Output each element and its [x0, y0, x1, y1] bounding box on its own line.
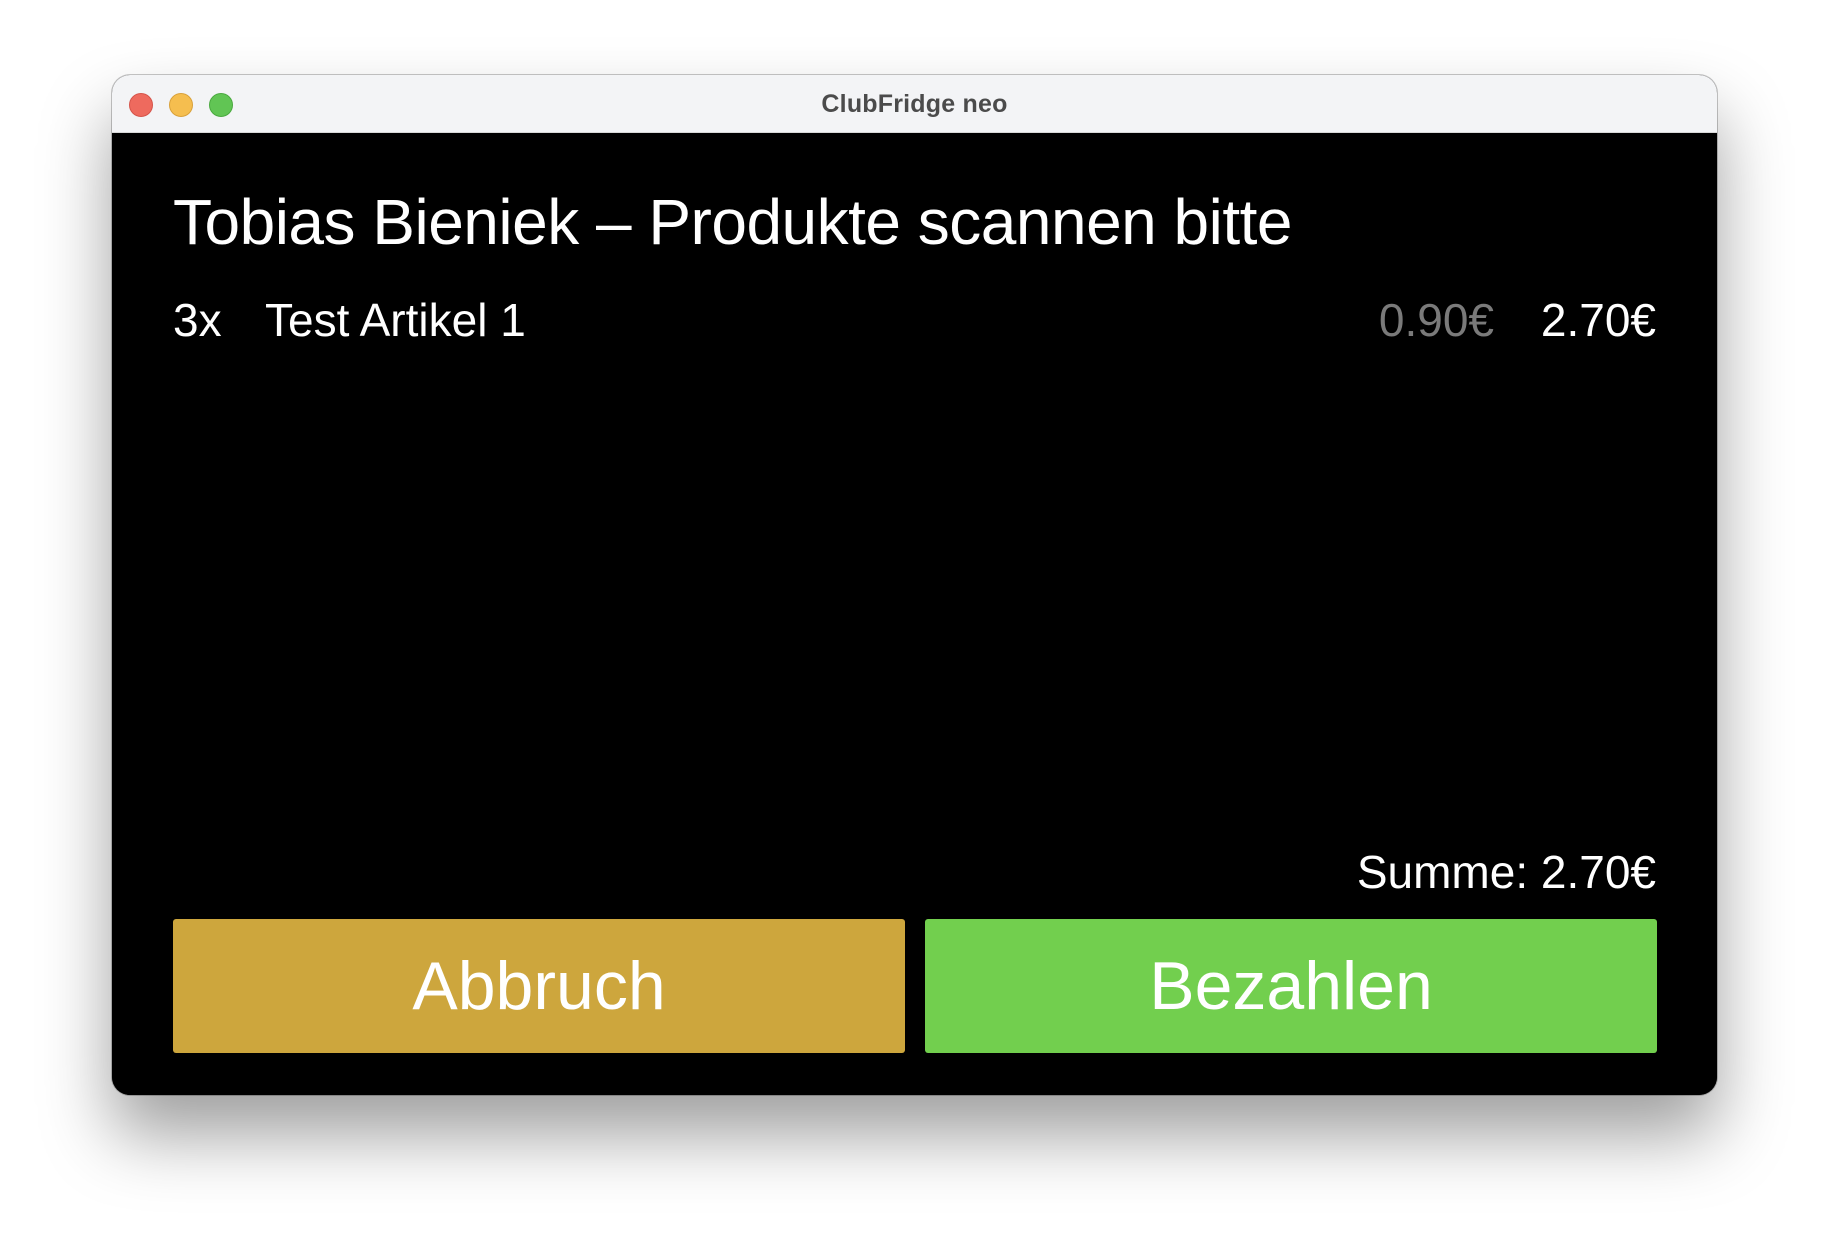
- window-title: ClubFridge neo: [821, 90, 1008, 118]
- cart-sum: Summe: 2.70€: [1356, 846, 1656, 898]
- cancel-button[interactable]: Abbruch: [173, 919, 905, 1053]
- item-total-price: 2.70€: [1540, 294, 1656, 346]
- app-window: ClubFridge neo Tobias Bieniek – Produkte…: [112, 75, 1717, 1095]
- item-unit-price: 0.90€: [1378, 294, 1494, 346]
- pay-button[interactable]: Bezahlen: [925, 919, 1657, 1053]
- title-bar[interactable]: ClubFridge neo: [112, 75, 1717, 133]
- item-name: Test Artikel 1: [265, 294, 526, 346]
- item-quantity: 3x: [173, 294, 222, 346]
- cart-item-row: 3x Test Artikel 1 0.90€ 2.70€: [173, 293, 1656, 346]
- main-content: Tobias Bieniek – Produkte scannen bitte …: [112, 133, 1717, 1095]
- page-title: Tobias Bieniek – Produkte scannen bitte: [173, 186, 1293, 258]
